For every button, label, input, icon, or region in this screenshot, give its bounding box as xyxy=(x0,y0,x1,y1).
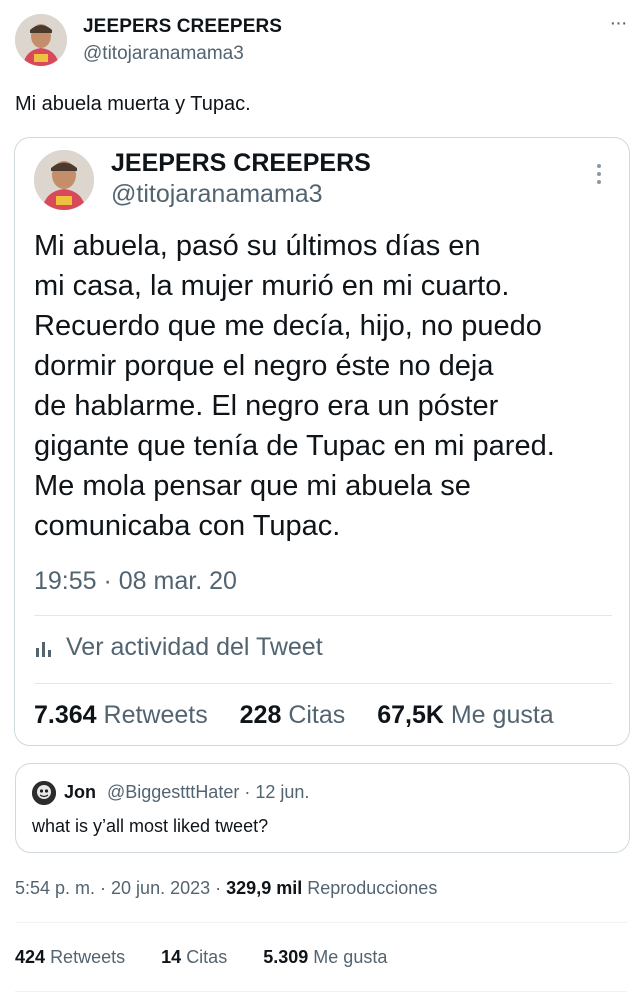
likes-stat[interactable]: 5.309 Me gusta xyxy=(263,947,387,967)
text-line: gigante que tenía de Tupac en mi pared. xyxy=(34,430,555,462)
views-label: Reproducciones xyxy=(307,878,438,898)
divider xyxy=(15,991,627,992)
tweet-timestamp[interactable]: 5:54 p. m. · 20 jun. 2023 xyxy=(15,878,210,898)
quotes-label: Citas xyxy=(186,947,228,967)
analytics-icon xyxy=(36,641,51,657)
activity-label: Ver actividad del Tweet xyxy=(66,633,323,661)
likes-count: 67,5K xyxy=(377,701,444,729)
retweets-count: 424 xyxy=(15,947,46,967)
divider xyxy=(15,922,627,923)
display-name[interactable]: JEEPERS CREEPERS xyxy=(83,16,282,38)
tweet-activity-link: Ver actividad del Tweet xyxy=(34,633,323,662)
embedded-avatar xyxy=(34,150,94,210)
text-line: Me mola pensar que mi abuela se xyxy=(34,470,471,502)
tweet-meta: 5:54 p. m. · 20 jun. 2023 · 329,9 mil Re… xyxy=(15,878,438,898)
tweet-text: Mi abuela muerta y Tupac. xyxy=(15,93,251,115)
avatar[interactable] xyxy=(15,14,67,66)
embedded-user-handle: @titojaranamama3 xyxy=(111,180,323,208)
retweets-label: Retweets xyxy=(50,947,126,967)
quoted-tweet[interactable]: Jon @BiggestttHater · 12 jun. what is y’… xyxy=(15,763,630,853)
retweets-count: 7.364 xyxy=(34,701,97,729)
retweets-label: Retweets xyxy=(103,701,208,729)
embedded-tweet-text: Mi abuela, pasó su últimos días en mi ca… xyxy=(34,226,619,546)
quotes-stat[interactable]: 14 Citas xyxy=(161,947,232,967)
text-line: mi casa, la mujer murió en mi cuarto. xyxy=(34,270,510,302)
retweets-stat[interactable]: 424 Retweets xyxy=(15,947,130,967)
divider xyxy=(34,615,612,616)
likes-label: Me gusta xyxy=(313,947,388,967)
quoted-avatar xyxy=(32,781,56,805)
divider xyxy=(34,683,612,684)
likes-label: Me gusta xyxy=(450,701,554,729)
embedded-display-name: JEEPERS CREEPERS xyxy=(111,149,371,177)
quotes-count: 228 xyxy=(239,701,282,729)
user-handle[interactable]: @titojaranamama3 xyxy=(83,43,244,65)
text-line: dormir porque el negro éste no deja xyxy=(34,350,494,382)
quoted-display-name: Jon xyxy=(64,782,97,802)
quotes-count: 14 xyxy=(161,947,182,967)
text-line: Mi abuela, pasó su últimos días en xyxy=(34,230,481,262)
text-line: de hablarme. El negro era un póster xyxy=(34,390,499,422)
views-count: 329,9 mil xyxy=(226,878,303,898)
quotes-label: Citas xyxy=(288,701,346,729)
likes-count: 5.309 xyxy=(263,947,309,967)
embedded-timestamp: 19:55 · 08 mar. 20 xyxy=(34,567,237,595)
quoted-text: what is y’all most liked tweet? xyxy=(32,816,269,836)
more-options-icon[interactable]: ··· xyxy=(606,13,630,38)
quoted-handle-date: @BiggestttHater · 12 jun. xyxy=(107,782,310,802)
embedded-tweet-card[interactable]: JEEPERS CREEPERS @titojaranamama3 Mi abu… xyxy=(14,137,630,746)
more-vertical-icon xyxy=(589,160,609,190)
text-line: Recuerdo que me decía, hijo, no puedo xyxy=(34,310,542,342)
tweet-stats: 424 Retweets 14 Citas 5.309 Me gusta xyxy=(15,947,387,968)
embedded-stats: 7.364 Retweets 228 Citas 67,5K Me gusta xyxy=(34,701,554,730)
text-line: comunicaba con Tupac. xyxy=(34,510,341,542)
